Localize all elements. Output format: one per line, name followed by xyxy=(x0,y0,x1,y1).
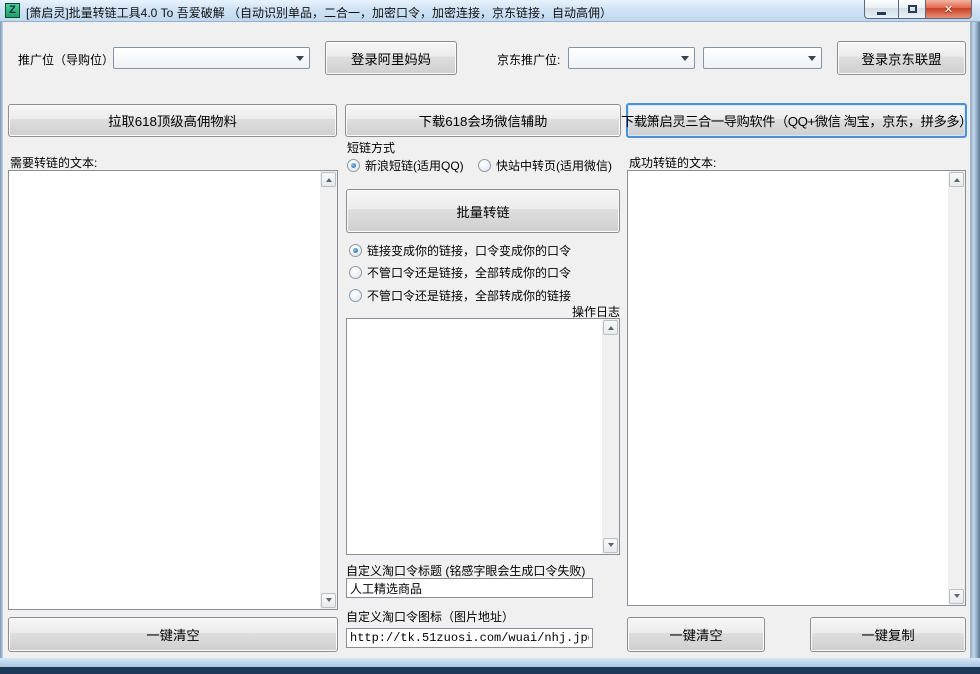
radio-icon[interactable] xyxy=(347,159,360,172)
shortlink-option-sina[interactable]: 新浪短链(适用QQ) xyxy=(347,157,464,174)
source-text-area[interactable] xyxy=(9,171,320,609)
chevron-down-icon xyxy=(676,48,694,68)
jd-promo-select-2[interactable] xyxy=(703,47,822,69)
download-3in1-software-button[interactable]: 下载箫启灵三合一导购软件（QQ+微信 淘宝，京东，拼多多） xyxy=(626,103,967,138)
window-title: [箫启灵]批量转链工具4.0 To 吾爱破解 （自动识别单品，二合一，加密口令，… xyxy=(26,4,612,21)
window-controls: ✕ xyxy=(864,0,972,19)
convert-mode-option-1-label: 链接变成你的链接，口令变成你的口令 xyxy=(367,242,571,259)
custom-taokouling-icon-label: 自定义淘口令图标（图片地址） xyxy=(346,608,514,625)
custom-taokouling-title-input[interactable] xyxy=(346,578,593,598)
convert-mode-option-1[interactable]: 链接变成你的链接，口令变成你的口令 xyxy=(349,242,571,259)
custom-taokouling-title-label: 自定义淘口令标题 (铭感字眼会生成口令失败) xyxy=(346,562,585,579)
scroll-down-icon[interactable] xyxy=(603,538,618,553)
chevron-down-icon xyxy=(803,48,821,68)
clear-result-button[interactable]: 一键清空 xyxy=(627,617,765,652)
convert-mode-option-3[interactable]: 不管口令还是链接，全部转成你的链接 xyxy=(349,287,571,304)
converted-text-scrollbar[interactable] xyxy=(948,171,965,605)
close-icon: ✕ xyxy=(944,3,953,16)
window-frame-bottom xyxy=(0,658,980,667)
app-window: Z [箫启灵]批量转链工具4.0 To 吾爱破解 （自动识别单品，二合一，加密口… xyxy=(0,0,980,674)
convert-mode-option-2[interactable]: 不管口令还是链接，全部转成你的口令 xyxy=(349,264,571,281)
source-text-area-box xyxy=(8,170,338,610)
shortlink-option-kuaizhan[interactable]: 快站中转页(适用微信) xyxy=(478,157,612,174)
shortlink-option-kuaizhan-label: 快站中转页(适用微信) xyxy=(496,157,612,174)
minimize-icon xyxy=(877,12,886,15)
scroll-down-icon[interactable] xyxy=(321,593,336,608)
shortlink-option-sina-label: 新浪短链(适用QQ) xyxy=(365,157,464,174)
maximize-icon xyxy=(908,5,917,13)
jd-promo-select-1[interactable] xyxy=(568,47,695,69)
batch-convert-button[interactable]: 批量转链 xyxy=(346,189,620,233)
custom-taokouling-icon-url-input[interactable] xyxy=(346,628,593,648)
login-alimama-button[interactable]: 登录阿里妈妈 xyxy=(325,41,457,75)
app-icon: Z xyxy=(5,3,20,18)
close-button[interactable]: ✕ xyxy=(926,0,972,19)
radio-icon[interactable] xyxy=(349,244,362,257)
login-jd-union-button[interactable]: 登录京东联盟 xyxy=(837,41,966,75)
clear-source-button[interactable]: 一键清空 xyxy=(8,617,338,652)
convert-mode-option-2-label: 不管口令还是链接，全部转成你的口令 xyxy=(367,264,571,281)
radio-icon[interactable] xyxy=(349,266,362,279)
taskbar-strip xyxy=(0,667,980,674)
scroll-up-icon[interactable] xyxy=(321,172,336,187)
promo-slot-select[interactable] xyxy=(113,47,310,69)
window-frame-left xyxy=(0,22,3,658)
copy-result-button[interactable]: 一键复制 xyxy=(810,617,966,652)
download-618-wechat-helper-button[interactable]: 下载618会场微信辅助 xyxy=(345,104,621,137)
converted-text-box xyxy=(627,170,966,606)
operation-log-area[interactable] xyxy=(347,319,602,554)
operation-log-scrollbar[interactable] xyxy=(602,319,619,554)
maximize-button[interactable] xyxy=(898,0,926,19)
promo-slot-label: 推广位（导购位）: xyxy=(18,51,117,68)
operation-log-box xyxy=(346,318,620,555)
source-text-scrollbar[interactable] xyxy=(320,171,337,609)
convert-mode-option-3-label: 不管口令还是链接，全部转成你的链接 xyxy=(367,287,571,304)
source-text-label: 需要转链的文本: xyxy=(10,154,97,171)
radio-icon[interactable] xyxy=(478,159,491,172)
radio-icon[interactable] xyxy=(349,289,362,302)
chevron-down-icon xyxy=(291,48,309,68)
scroll-up-icon[interactable] xyxy=(949,172,964,187)
pull-618-material-button[interactable]: 拉取618顶级高佣物料 xyxy=(8,104,337,137)
title-bar: Z [箫启灵]批量转链工具4.0 To 吾爱破解 （自动识别单品，二合一，加密口… xyxy=(0,0,980,22)
shortlink-mode-label: 短链方式 xyxy=(347,139,395,156)
jd-promo-label: 京东推广位: xyxy=(497,51,560,68)
scroll-down-icon[interactable] xyxy=(949,589,964,604)
converted-text-area[interactable] xyxy=(628,171,948,605)
scroll-up-icon[interactable] xyxy=(603,320,618,335)
converted-text-label: 成功转链的文本: xyxy=(629,154,716,171)
minimize-button[interactable] xyxy=(864,0,898,19)
